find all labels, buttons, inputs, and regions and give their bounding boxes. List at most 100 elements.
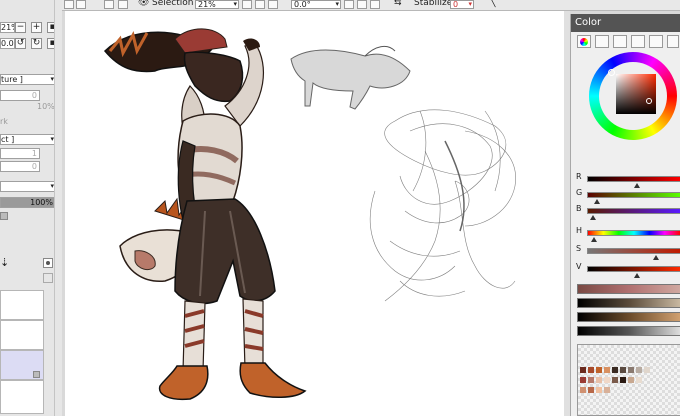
layer-mask-button[interactable] [43,273,53,283]
palette-swatch[interactable] [620,377,626,383]
invert-selection-button[interactable] [118,0,128,9]
opacity-slider[interactable]: 100% [0,197,56,208]
layer-item[interactable] [0,320,44,350]
hsv-slider-mode-icon[interactable] [613,35,627,48]
palette-swatch[interactable] [588,377,594,383]
palette-swatch[interactable] [628,367,634,373]
undo-button[interactable] [64,0,74,9]
new-layer-button[interactable] [43,258,53,268]
palette-swatch[interactable] [588,367,594,373]
rotate-left-button[interactable] [344,0,354,9]
rgb-slider-mode-icon[interactable] [595,35,609,48]
palette-swatch[interactable] [604,377,610,383]
texture-scale-field[interactable]: 0 [0,90,40,101]
blend-mode-select[interactable]: ▾ [0,181,56,192]
palette-swatch[interactable] [612,367,618,373]
swatch-mode-icon[interactable] [649,35,663,48]
zoom-out-button[interactable]: − [15,22,26,33]
palette-swatch[interactable] [588,387,594,393]
tool-settings-panel: 21% − + ▪ 0.0° ↺ ↻ ▪ ture ]▾ 0 10% rk ct… [0,0,62,416]
palette-swatch[interactable] [620,367,626,373]
effect-select[interactable]: ct ] ▾ [0,134,56,145]
character-illustration [103,28,307,401]
lock-icon[interactable] [0,212,8,220]
zoom-in-button[interactable] [255,0,265,9]
layer-item[interactable] [0,380,44,414]
drawing-canvas[interactable] [65,11,564,416]
panel-scrollbar[interactable] [54,0,62,416]
rotation-reset-button[interactable] [370,0,380,9]
zoom-select[interactable]: 21% ▾ [195,0,239,9]
flip-icon[interactable]: ⇆ [394,0,402,8]
palette-swatch[interactable] [628,377,634,383]
effect-select-value: ct ] [1,135,15,144]
gradient-swatch-row[interactable] [577,312,680,322]
palette-swatch[interactable] [644,367,650,373]
green-slider[interactable] [587,192,680,198]
layer-item-selected[interactable] [0,350,44,380]
deselect-button[interactable] [104,0,114,9]
gradient-swatch-row[interactable] [577,298,680,308]
color-panel-title: Color [571,14,680,32]
palette-swatch[interactable] [596,367,602,373]
effect-strength-field[interactable]: 0 [0,161,40,172]
texture-select[interactable]: ture ] ▾ [0,74,56,85]
rotation-field[interactable]: 0.0° [0,38,15,49]
palette-swatch[interactable] [604,367,610,373]
palette-swatch[interactable] [596,377,602,383]
red-slider-handle[interactable] [634,183,640,188]
stabilizer-value: 0 [453,0,459,9]
zoom-field-value: 21% [1,23,14,32]
gradient-swatch-row[interactable] [577,284,680,294]
color-palette[interactable] [577,344,680,416]
palette-swatch[interactable] [580,387,586,393]
palette-swatch[interactable] [580,367,586,373]
blue-slider-handle[interactable] [590,215,596,220]
color-wheel-mode-icon[interactable] [577,35,591,48]
saturation-value-square[interactable] [616,74,656,114]
artwork [103,28,516,401]
blue-slider[interactable] [587,208,680,214]
line-tool-icon[interactable]: ╲ [490,0,495,8]
hue-slider[interactable] [587,230,680,236]
slider-label-b: B [576,204,582,213]
palette-swatch[interactable] [596,387,602,393]
green-slider-handle[interactable] [594,199,600,204]
palette-swatch[interactable] [636,377,642,383]
palette-swatch[interactable] [612,377,618,383]
zoom-field[interactable]: 21% [0,22,15,33]
value-slider[interactable] [587,266,680,272]
rotate-left-button[interactable]: ↺ [15,38,26,49]
mask-label: rk [0,117,8,126]
effect-width-field[interactable]: 1 [0,148,40,159]
palette-swatch[interactable] [636,367,642,373]
rotate-right-button[interactable]: ↻ [31,38,42,49]
scratch-mode-icon[interactable] [667,35,679,48]
chevron-down-icon: ▾ [468,0,472,8]
zoom-out-button[interactable] [242,0,252,9]
gradient-swatch-row[interactable] [577,326,680,336]
selection-label: Selection [152,0,194,8]
rotation-select[interactable]: 0.0° ▾ [291,0,341,9]
color-panel-title-text: Color [575,17,602,28]
eye-icon[interactable]: 👁 [138,0,149,8]
zoom-reset-button[interactable] [268,0,278,9]
layer-item[interactable] [0,290,44,320]
rotate-right-button[interactable] [357,0,367,9]
saturation-slider[interactable] [587,248,680,254]
saturation-slider-handle[interactable] [653,255,659,260]
effect-strength-value: 0 [31,162,37,171]
palette-swatch[interactable] [604,387,610,393]
value-slider-handle[interactable] [634,273,640,278]
palette-swatch[interactable] [580,377,586,383]
hue-slider-handle[interactable] [591,237,597,242]
color-panel: Color R G B H S V [570,14,680,416]
stabilizer-select[interactable]: 0 ▾ [450,0,474,9]
zoom-select-value: 21% [198,0,216,9]
zoom-in-button[interactable]: + [31,22,42,33]
layer-tools-icon[interactable]: ⇣ [0,256,9,269]
redo-button[interactable] [76,0,86,9]
red-slider[interactable] [587,176,680,182]
slider-label-s: S [576,244,582,253]
gradient-mode-icon[interactable] [631,35,645,48]
